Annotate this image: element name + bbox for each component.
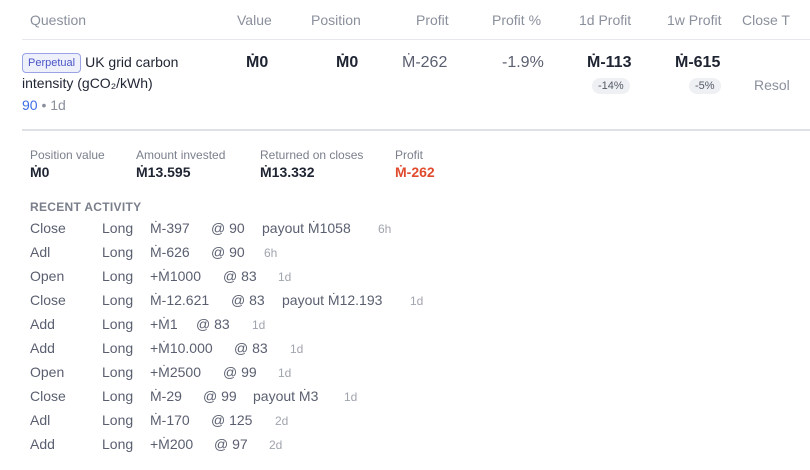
activity-row: Add Long +Ṁ200 @ 97 2d <box>0 436 810 460</box>
resolve-button[interactable]: Resol <box>754 77 790 93</box>
activity-direction: Long <box>102 436 134 452</box>
activity-amount: +Ṁ1 <box>150 316 178 332</box>
activity-action: Open <box>30 268 65 284</box>
activity-time: 6h <box>378 222 392 236</box>
market-age: 1d <box>50 97 66 113</box>
activity-amount: +Ṁ1000 <box>150 268 201 284</box>
activity-amount: Ṁ-12.621 <box>150 292 210 308</box>
market-profit-pct: -1.9% <box>502 54 544 71</box>
market-1w-profit-pct-badge: -5% <box>689 78 721 94</box>
activity-amount: Ṁ-170 <box>150 412 190 428</box>
activity-direction: Long <box>102 340 134 356</box>
activity-action: Adl <box>30 244 51 260</box>
activity-direction: Long <box>102 268 134 284</box>
activity-time: 2d <box>269 438 283 452</box>
activity-payout: payout Ṁ12.193 <box>282 292 383 308</box>
activity-direction: Long <box>102 292 134 308</box>
activity-direction: Long <box>102 220 134 236</box>
activity-payout: payout Ṁ1058 <box>262 220 351 236</box>
header-position[interactable]: Position <box>311 12 361 28</box>
activity-action: Close <box>30 388 66 404</box>
activity-price: @ 125 <box>211 412 253 428</box>
activity-price: @ 99 <box>203 388 237 404</box>
activity-direction: Long <box>102 244 134 260</box>
activity-action: Close <box>30 220 66 236</box>
activity-row: Close Long Ṁ-397 @ 90 payout Ṁ1058 6h <box>0 220 810 244</box>
activity-price: @ 83 <box>234 340 268 356</box>
summary-profit-label: Profit <box>395 148 424 162</box>
activity-direction: Long <box>102 388 134 404</box>
activity-time: 1d <box>290 342 304 356</box>
activity-action: Add <box>30 340 55 356</box>
header-1w-profit[interactable]: 1w Profit <box>667 12 721 28</box>
summary-profit: Ṁ-262 <box>395 164 435 180</box>
position-value-label: Position value <box>30 148 105 162</box>
activity-row: Adl Long Ṁ-626 @ 90 6h <box>0 244 810 268</box>
header-close[interactable]: Close T <box>742 12 790 28</box>
activity-price: @ 83 <box>223 268 257 284</box>
market-meta: 90 • 1d <box>22 97 66 113</box>
activity-direction: Long <box>102 316 134 332</box>
activity-payout: payout Ṁ3 <box>253 388 319 404</box>
activity-price: @ 90 <box>211 244 245 260</box>
activity-time: 1d <box>252 318 266 332</box>
meta-separator: • <box>41 97 47 113</box>
activity-price: @ 83 <box>231 292 265 308</box>
position-value: Ṁ0 <box>30 164 50 180</box>
activity-amount: +Ṁ10.000 <box>150 340 213 356</box>
header-divider <box>22 39 810 40</box>
activity-price: @ 90 <box>211 220 245 236</box>
market-question[interactable]: Perpetual UK grid carbon intensity (gCO₂/… <box>22 52 232 93</box>
header-profit-pct[interactable]: Profit % <box>492 12 541 28</box>
activity-direction: Long <box>102 364 134 380</box>
returned-on-closes-label: Returned on closes <box>260 148 364 162</box>
activity-action: Open <box>30 364 65 380</box>
perpetual-badge: Perpetual <box>22 53 82 73</box>
activity-time: 2d <box>275 414 289 428</box>
recent-activity-title: RECENT ACTIVITY <box>30 200 142 214</box>
row-divider <box>22 129 810 131</box>
activity-amount: +Ṁ200 <box>150 436 194 452</box>
activity-time: 6h <box>264 246 278 260</box>
activity-action: Add <box>30 316 55 332</box>
activity-time: 1d <box>344 390 358 404</box>
activity-row: Open Long +Ṁ1000 @ 83 1d <box>0 268 810 292</box>
activity-price: @ 97 <box>214 436 248 452</box>
activity-amount: Ṁ-397 <box>150 220 190 236</box>
activity-row: Add Long +Ṁ10.000 @ 83 1d <box>0 340 810 364</box>
activity-amount: +Ṁ2500 <box>150 364 201 380</box>
activity-row: Add Long +Ṁ1 @ 83 1d <box>0 316 810 340</box>
activity-row: Adl Long Ṁ-170 @ 125 2d <box>0 412 810 436</box>
market-position: Ṁ0 <box>336 54 359 71</box>
activity-time: 1d <box>278 366 292 380</box>
activity-direction: Long <box>102 412 134 428</box>
header-question[interactable]: Question <box>30 12 86 28</box>
header-1d-profit[interactable]: 1d Profit <box>579 12 631 28</box>
market-1d-profit-pct-badge: -14% <box>592 78 630 94</box>
activity-action: Close <box>30 292 66 308</box>
amount-invested: Ṁ13.595 <box>136 164 191 180</box>
activity-amount: Ṁ-29 <box>150 388 182 404</box>
activity-row: Close Long Ṁ-29 @ 99 payout Ṁ3 1d <box>0 388 810 412</box>
activity-time: 1d <box>410 294 424 308</box>
market-1w-profit: Ṁ-615 <box>675 54 721 71</box>
returned-on-closes: Ṁ13.332 <box>260 164 315 180</box>
activity-price: @ 83 <box>196 316 230 332</box>
activity-time: 1d <box>278 270 292 284</box>
activity-action: Adl <box>30 412 51 428</box>
activity-row: Close Long Ṁ-12.621 @ 83 payout Ṁ12.193 … <box>0 292 810 316</box>
market-value: Ṁ0 <box>246 54 269 71</box>
amount-invested-label: Amount invested <box>136 148 226 162</box>
activity-row: Open Long +Ṁ2500 @ 99 1d <box>0 364 810 388</box>
header-value[interactable]: Value <box>237 12 272 28</box>
activity-action: Add <box>30 436 55 452</box>
market-probability: 90 <box>22 97 38 113</box>
activity-amount: Ṁ-626 <box>150 244 190 260</box>
activity-price: @ 99 <box>223 364 257 380</box>
market-1d-profit: Ṁ-113 <box>587 54 632 71</box>
market-profit: Ṁ-262 <box>402 54 448 71</box>
header-profit[interactable]: Profit <box>416 12 449 28</box>
